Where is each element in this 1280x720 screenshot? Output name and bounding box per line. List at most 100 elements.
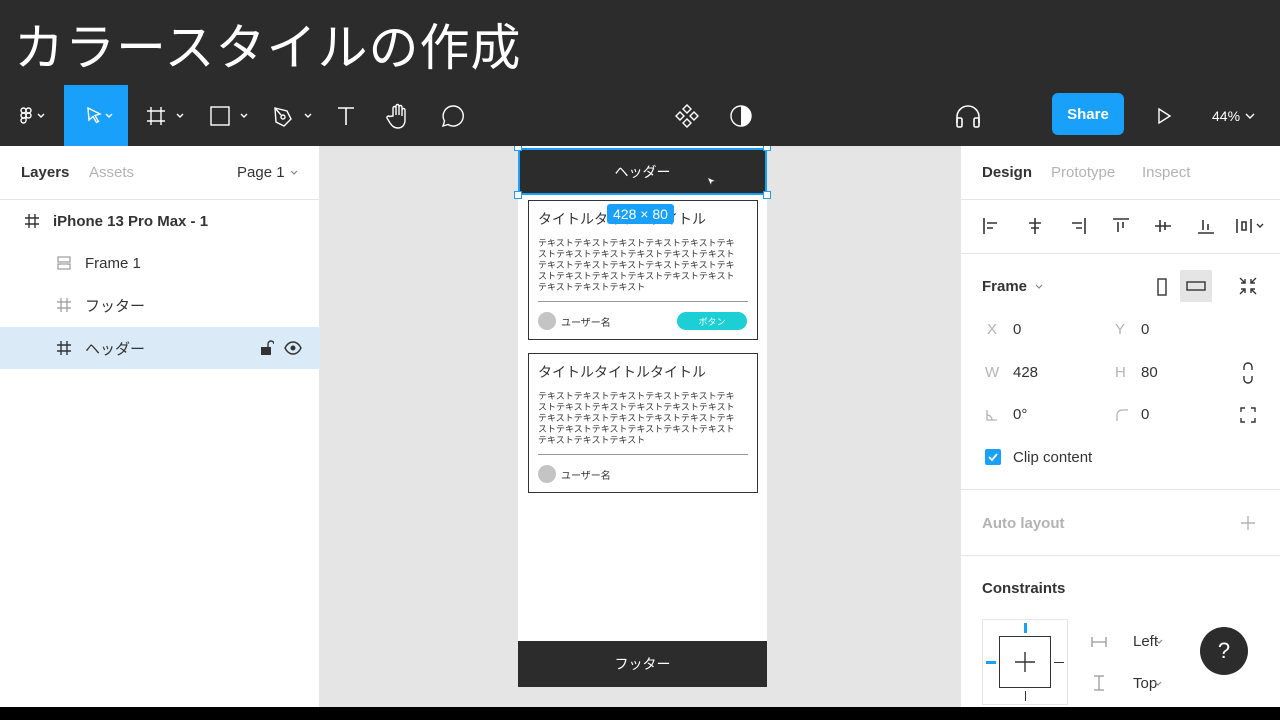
x-label: X [987, 321, 998, 338]
tab-design[interactable]: Design [982, 164, 1032, 181]
pen-icon [274, 106, 312, 127]
width-field[interactable]: 428 [1013, 364, 1038, 381]
chevron-down-icon [1245, 113, 1255, 119]
align-horizontal-center-icon[interactable] [1025, 216, 1045, 236]
layer-header[interactable]: ヘッダー [0, 327, 320, 369]
resize-handle[interactable] [514, 146, 522, 151]
clip-content-label: Clip content [1013, 449, 1093, 466]
layer-iphone-frame[interactable]: iPhone 13 Pro Max - 1 [0, 200, 320, 242]
user-name: ユーザー名 [561, 318, 611, 329]
layer-label: Frame 1 [85, 254, 141, 272]
mouse-cursor-icon [706, 176, 718, 188]
x-field[interactable]: 0 [1013, 321, 1021, 338]
resize-to-fit-icon[interactable] [1238, 276, 1258, 296]
layer-label: フッター [85, 297, 146, 315]
landscape-icon [1186, 281, 1206, 291]
chevron-down-icon[interactable] [1154, 637, 1164, 647]
align-bottom-icon[interactable] [1196, 216, 1216, 236]
rotation-icon [986, 410, 997, 421]
page-label: Page 1 [237, 164, 285, 181]
help-button[interactable]: ? [1200, 627, 1248, 675]
resize-handle[interactable] [514, 191, 522, 199]
divider [538, 454, 748, 455]
size-badge: 428 × 80 [607, 204, 674, 224]
align-vertical-center-icon[interactable] [1153, 216, 1173, 236]
tab-assets[interactable]: Assets [89, 164, 134, 181]
y-field[interactable]: 0 [1141, 321, 1149, 338]
independent-corners-icon[interactable] [1240, 407, 1256, 423]
distribute-icon[interactable] [1235, 216, 1267, 236]
corner-radius-icon [1116, 409, 1128, 421]
page-selector[interactable]: Page 1 [237, 164, 299, 181]
height-field[interactable]: 80 [1141, 364, 1158, 381]
card-button[interactable]: ボタン [677, 312, 747, 330]
crosshair-icon [1015, 652, 1035, 672]
audio-button[interactable] [950, 85, 986, 146]
resize-handle[interactable] [763, 191, 771, 199]
tab-prototype[interactable]: Prototype [1051, 164, 1115, 181]
tab-layers[interactable]: Layers [21, 164, 69, 181]
user-name: ユーザー名 [561, 471, 611, 482]
share-button[interactable]: Share [1052, 93, 1124, 135]
plus-icon[interactable] [1240, 515, 1256, 531]
play-icon [1158, 107, 1172, 124]
align-right-icon[interactable] [1068, 216, 1088, 236]
landscape-button[interactable] [1180, 270, 1212, 302]
corner-radius-field[interactable]: 0 [1141, 406, 1149, 423]
zoom-dropdown[interactable]: 44% [1212, 85, 1256, 146]
layer-footer[interactable]: フッター [0, 284, 320, 326]
chevron-down-icon[interactable] [1153, 679, 1163, 689]
divider [538, 301, 748, 302]
clip-content-checkbox[interactable] [985, 449, 1001, 465]
eye-icon[interactable] [284, 341, 302, 355]
card-body: テキストテキストテキストテキストテキストテキストテキストテキストテキストテキスト… [538, 392, 735, 446]
design-panel: Design Prototype Inspect Frame X 0 Y 0 W… [960, 146, 1280, 707]
footer-frame[interactable]: フッター [518, 641, 767, 687]
present-button[interactable] [1150, 85, 1178, 146]
frame-icon [147, 106, 184, 125]
frame-icon [57, 341, 71, 355]
canvas[interactable]: ヘッダー タイトルタイトルタイトル テキストテキストテキストテキストテキストテキ… [320, 146, 960, 707]
frame-icon [25, 214, 39, 228]
portrait-icon[interactable] [1154, 277, 1170, 297]
alignment-row [961, 200, 1280, 254]
figma-logo-icon [20, 106, 45, 124]
layer-frame-1[interactable]: Frame 1 [0, 242, 320, 284]
layers-panel: Layers Assets Page 1 iPhone 13 Pro Max -… [0, 146, 320, 707]
contrast-button[interactable] [724, 85, 758, 146]
move-tool-button[interactable] [64, 85, 128, 146]
chevron-down-icon[interactable] [1034, 282, 1044, 292]
pen-tool-button[interactable] [268, 85, 318, 146]
autolayout-icon [57, 256, 71, 270]
comment-icon [441, 104, 464, 127]
vertical-constraint-icon [1094, 675, 1104, 691]
y-label: Y [1115, 321, 1126, 338]
iphone-frame[interactable]: ヘッダー タイトルタイトルタイトル テキストテキストテキストテキストテキストテキ… [518, 146, 767, 687]
card[interactable]: タイトルタイトルタイトル テキストテキストテキストテキストテキストテキストテキス… [528, 353, 758, 493]
constraints-widget[interactable] [982, 619, 1068, 705]
footer-text: フッター [614, 657, 671, 673]
align-top-icon[interactable] [1111, 216, 1131, 236]
component-icon [675, 103, 699, 128]
comment-tool-button[interactable] [436, 85, 470, 146]
align-left-icon[interactable] [981, 216, 1001, 236]
resize-handle[interactable] [763, 146, 771, 151]
frame-label[interactable]: Frame [982, 278, 1027, 295]
title-bar: カラースタイルの作成 [0, 0, 1280, 85]
text-tool-button[interactable] [330, 85, 362, 146]
shape-tool-button[interactable] [204, 85, 254, 146]
card-body: テキストテキストテキストテキストテキストテキストテキストテキストテキストテキスト… [538, 239, 735, 293]
components-button[interactable] [670, 85, 704, 146]
rotation-field[interactable]: 0° [1013, 406, 1027, 423]
constrain-proportions-icon[interactable] [1241, 362, 1255, 384]
unlock-icon[interactable] [260, 340, 274, 356]
zoom-value: 44% [1212, 107, 1241, 124]
contrast-icon [730, 104, 752, 127]
hand-tool-button[interactable] [382, 85, 416, 146]
frame-tool-button[interactable] [140, 85, 190, 146]
hand-icon [386, 103, 406, 129]
frame-icon [57, 298, 71, 312]
tab-inspect[interactable]: Inspect [1142, 164, 1190, 181]
main-menu-button[interactable] [10, 85, 56, 146]
header-frame[interactable]: ヘッダー [518, 148, 767, 195]
